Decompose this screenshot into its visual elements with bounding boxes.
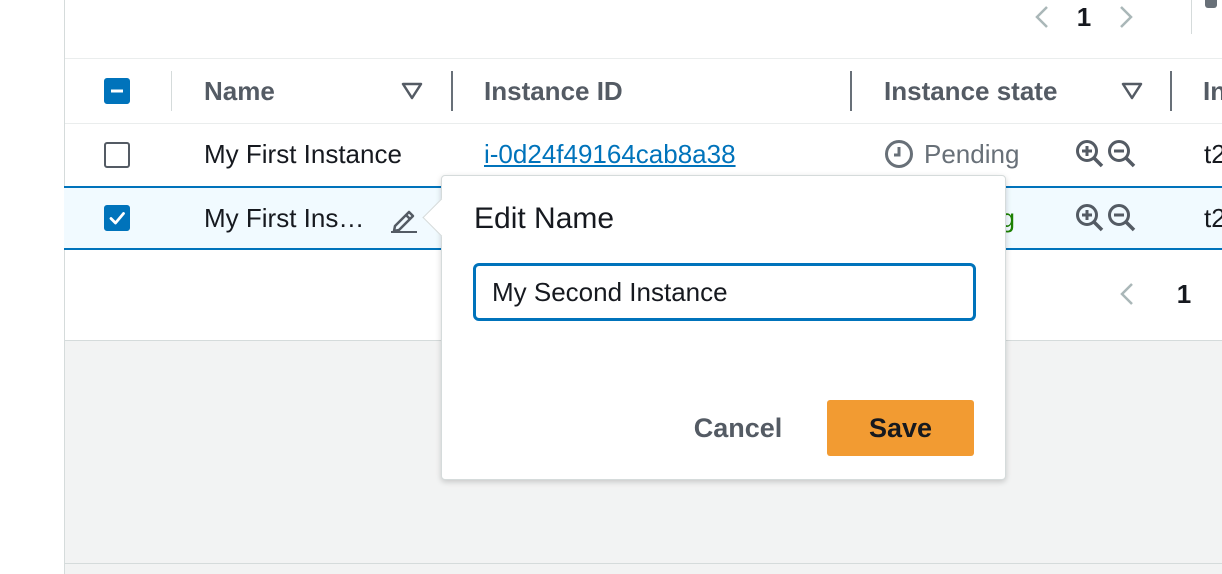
column-header-instance-type[interactable]: In (1203, 59, 1222, 123)
chevron-left-icon[interactable] (1115, 281, 1139, 307)
edit-name-popover: Edit Name Cancel Save (422, 175, 1006, 480)
column-resizer[interactable] (850, 71, 852, 111)
zoom-in-icon[interactable] (1075, 203, 1105, 233)
sort-caret-icon[interactable] (401, 81, 423, 101)
select-all-checkbox[interactable] (104, 78, 130, 104)
instance-name: My First Instance (204, 139, 402, 169)
column-resizer[interactable] (451, 71, 453, 111)
zoom-out-icon[interactable] (1107, 203, 1137, 233)
chevron-left-icon[interactable] (1030, 4, 1054, 30)
column-divider (171, 71, 172, 111)
save-button[interactable]: Save (827, 400, 974, 456)
popover-title: Edit Name (474, 202, 615, 235)
sort-caret-icon[interactable] (1121, 81, 1143, 101)
divider (65, 563, 1222, 564)
page-number[interactable]: 1 (1139, 279, 1222, 310)
row-checkbox[interactable] (104, 205, 130, 231)
name-input[interactable] (473, 263, 976, 321)
settings-icon[interactable] (1205, 0, 1217, 8)
table-header: Name Instance ID Instance state In (65, 58, 1222, 124)
row-checkbox[interactable] (104, 142, 130, 168)
page-number[interactable]: 1 (1054, 2, 1114, 33)
zoom-out-icon[interactable] (1107, 139, 1137, 169)
column-header-name[interactable]: Name (204, 59, 275, 123)
pencil-icon[interactable] (389, 204, 419, 234)
zoom-in-icon[interactable] (1075, 139, 1105, 169)
column-header-instance-id[interactable]: Instance ID (484, 59, 623, 123)
bottom-pagination: 1 (1115, 268, 1222, 320)
chevron-right-icon[interactable] (1114, 4, 1138, 30)
left-strip (0, 0, 65, 574)
top-pagination: 1 (1030, 0, 1138, 34)
column-resizer[interactable] (1170, 71, 1172, 111)
cancel-button[interactable]: Cancel (678, 400, 798, 456)
instance-type: t2 (1204, 203, 1222, 233)
instance-type: t2 (1204, 139, 1222, 169)
toolbar-divider (1191, 0, 1192, 34)
column-header-instance-state[interactable]: Instance state (884, 59, 1057, 123)
clock-icon (885, 140, 913, 168)
instance-name: My First Ins… (204, 203, 365, 233)
